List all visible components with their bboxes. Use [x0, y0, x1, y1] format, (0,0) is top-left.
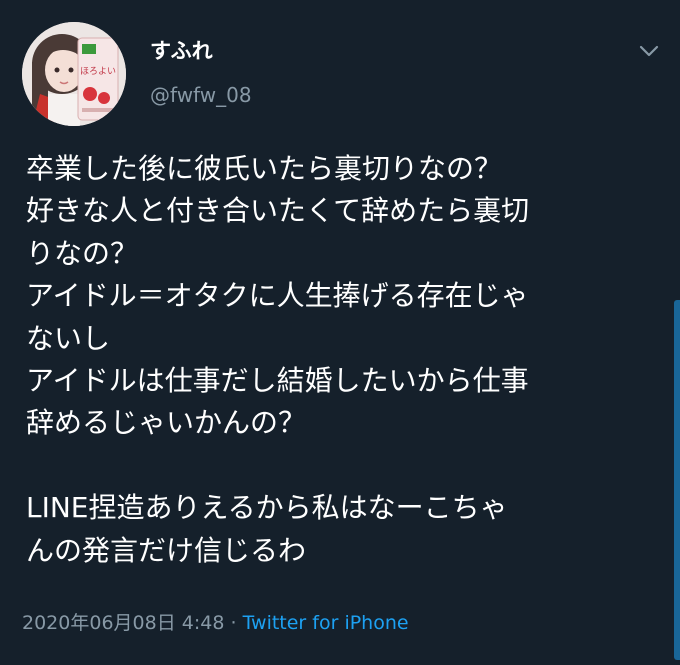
tweet-text-line: んの発言だけ信じるわ	[26, 533, 307, 567]
avatar-image: ほろよい	[22, 22, 126, 126]
tweet-text-line: アイドルは仕事だし結婚したいから仕事	[26, 363, 529, 397]
user-handle[interactable]: @fwfw_08	[150, 82, 252, 108]
chevron-down-icon	[639, 45, 659, 57]
scrollbar[interactable]	[674, 300, 680, 660]
tweet-text-line: 好きな人と付き合いたくて辞めたら裏切	[26, 194, 530, 228]
tweet-text-line: 卒業した後に彼氏いたら裏切りなの？	[26, 152, 503, 185]
tweet-timestamp[interactable]: 2020年06月08日 4:48	[22, 612, 224, 634]
tweet-menu-button[interactable]	[632, 38, 666, 64]
tweet-text-line: りなの？	[26, 236, 139, 270]
drink-label: ほろよい	[80, 66, 116, 77]
tweet-text-line: 辞めるじゃいかんの？	[26, 406, 307, 440]
tweet-text-line: LINE捏造ありえるから私はなーこちゃ	[26, 491, 508, 525]
meta-separator: ·	[230, 612, 237, 634]
tweet-text-line: ないし	[26, 321, 111, 355]
display-name[interactable]: すふれ	[150, 38, 213, 64]
tweet-meta: 2020年06月08日 4:48 · Twitter for iPhone	[22, 610, 409, 636]
tweet-card: ほろよい すふれ @fwfw_08 卒業した後に彼氏いたら裏切りなの？ 好きな人…	[0, 0, 680, 665]
tweet-text-line: アイドル＝オタクに人生捧げる存在じゃ	[26, 279, 529, 313]
avatar[interactable]: ほろよい	[22, 22, 126, 126]
tweet-source-link[interactable]: Twitter for iPhone	[243, 612, 409, 634]
tweet-text: 卒業した後に彼氏いたら裏切りなの？ 好きな人と付き合いたくて辞めたら裏切 りなの…	[26, 148, 666, 572]
